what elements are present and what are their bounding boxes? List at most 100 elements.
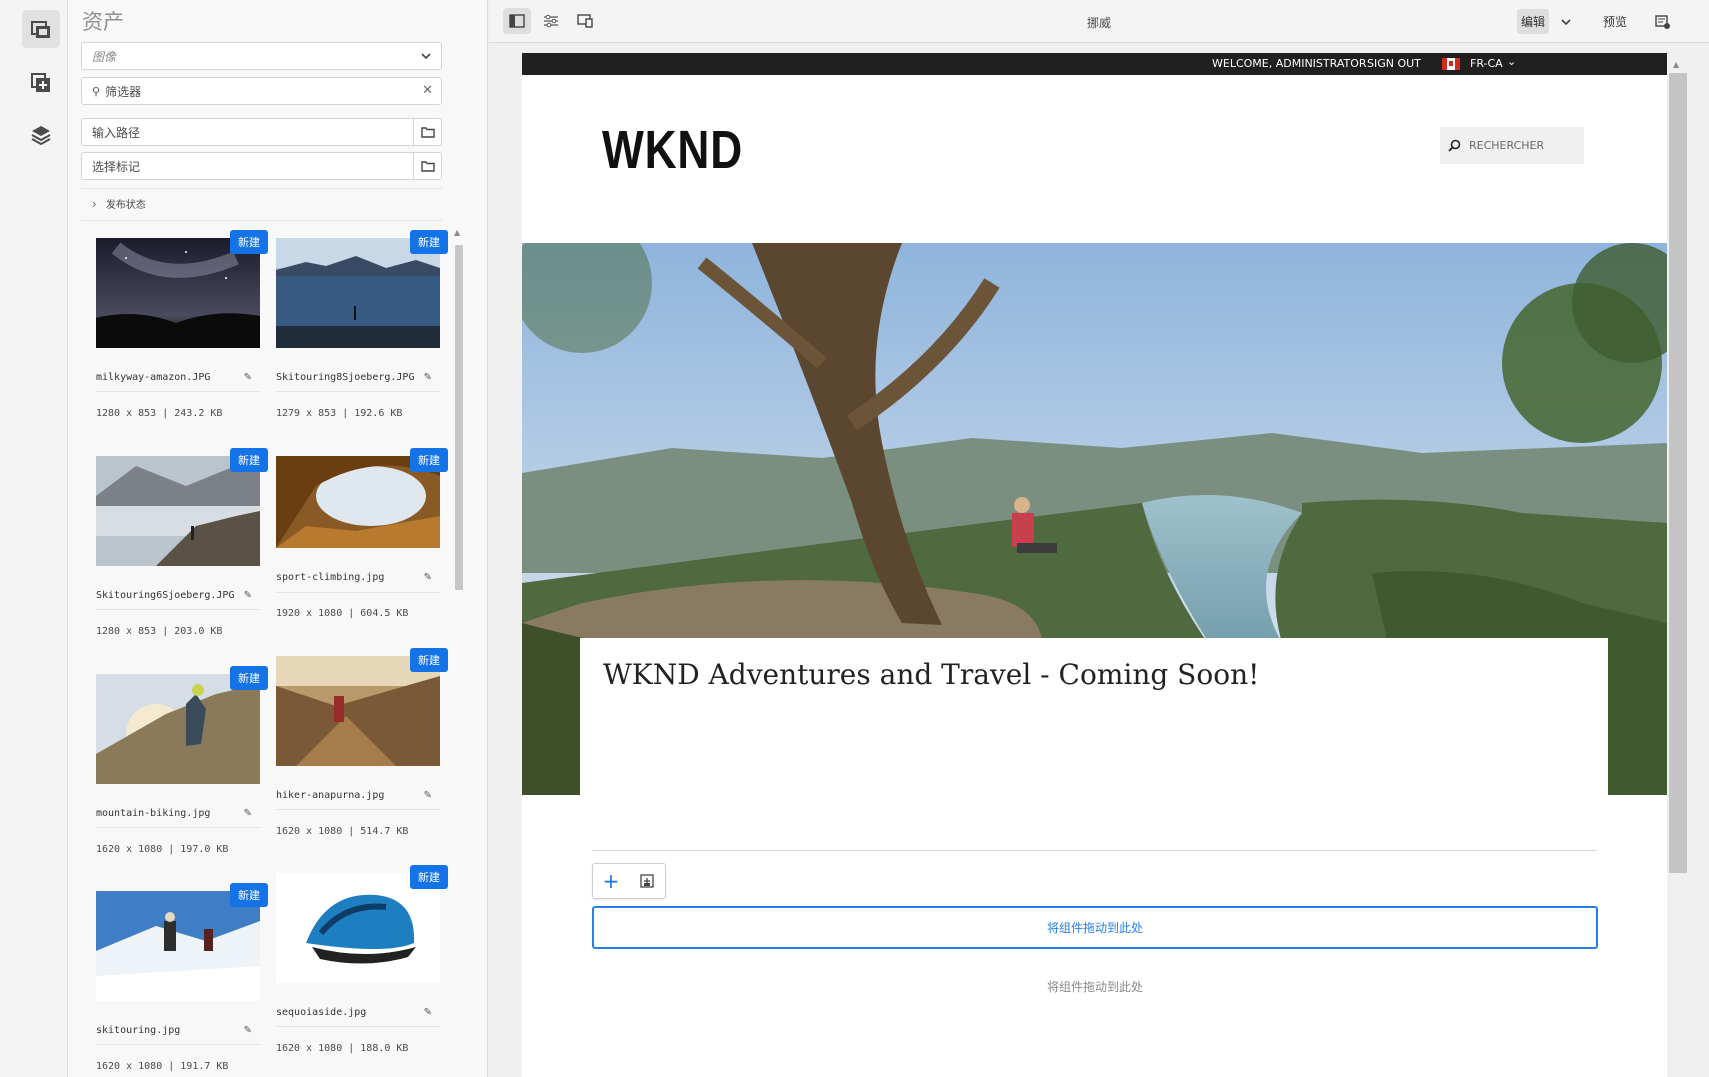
asset-meta: 1280 x 853 | 243.2 KB [96, 408, 223, 419]
asset-thumbnail[interactable] [96, 238, 260, 348]
path-field[interactable]: 输入路径 [81, 118, 442, 146]
search-icon [1448, 139, 1461, 152]
divider [96, 1044, 260, 1045]
component-toolbar: + [592, 863, 666, 899]
hero-title-card[interactable]: WKND Adventures and Travel - Coming Soon… [580, 638, 1608, 798]
assets-scrollbar-thumb[interactable] [455, 245, 463, 590]
content-tree-tab[interactable] [22, 116, 60, 154]
asset-card[interactable]: 新建 Skitouring8Sjoeberg.JPG ✎ 1279 x 853 … [276, 230, 448, 428]
asset-thumbnail[interactable] [276, 238, 440, 348]
chevron-down-icon[interactable]: ⌄ [1507, 55, 1516, 68]
edit-pencil-icon[interactable]: ✎ [424, 1007, 432, 1018]
assets-panel: 资产 图像 ⚲ 筛选器 ✕ 输入路径 选择标记 › 发布状态 ▲ 新建 milk… [68, 0, 488, 1077]
edit-mode-button[interactable]: 编辑 [1517, 9, 1549, 34]
asset-name: milkyway-amazon.JPG [96, 372, 211, 383]
folder-icon [420, 161, 435, 172]
new-badge: 新建 [230, 448, 268, 472]
scroll-up-icon[interactable]: ▲ [1673, 60, 1679, 69]
component-drop-zone[interactable]: 将组件拖动到此处 [592, 906, 1598, 949]
asset-meta: 1920 x 1080 | 604.5 KB [276, 608, 409, 619]
divider [96, 609, 260, 610]
site-search-placeholder: RECHERCHER [1469, 139, 1545, 152]
asset-meta: 1620 x 1080 | 191.7 KB [96, 1061, 229, 1072]
content-tree-icon [31, 126, 51, 146]
asset-type-select[interactable]: 图像 [81, 42, 442, 70]
asset-card[interactable]: 新建 mountain-biking.jpg ✎ 1620 x 1080 | 1… [96, 666, 268, 864]
asset-card[interactable]: 新建 Skitouring6Sjoeberg.JPG ✎ 1280 x 853 … [96, 448, 268, 646]
asset-card[interactable]: 新建 sequoiaside.jpg ✎ 1620 x 1080 | 188.0… [276, 865, 448, 1063]
edit-pencil-icon[interactable]: ✎ [424, 790, 432, 801]
divider [81, 188, 442, 189]
asset-meta: 1620 x 1080 | 197.0 KB [96, 844, 229, 855]
path-placeholder: 输入路径 [92, 125, 141, 140]
edit-pencil-icon[interactable]: ✎ [244, 590, 252, 601]
annotations-button[interactable] [1649, 9, 1675, 34]
site-search-field[interactable]: RECHERCHER [1440, 127, 1584, 164]
site-top-bar: WELCOME, ADMINISTRATOR SIGN OUT FR-CA ⌄ [522, 53, 1689, 75]
paste-component-button[interactable] [629, 864, 665, 898]
canvas-scrollbar[interactable]: ▲ [1667, 53, 1689, 1077]
new-badge: 新建 [410, 448, 448, 472]
chevron-down-icon [1561, 18, 1571, 25]
asset-name: sequoiaside.jpg [276, 1007, 367, 1018]
filter-placeholder: 筛选器 [105, 84, 142, 99]
asset-meta: 1620 x 1080 | 514.7 KB [276, 826, 409, 837]
sign-out-link[interactable]: SIGN OUT [1367, 57, 1421, 70]
divider [276, 391, 440, 392]
chevron-down-icon [421, 53, 431, 60]
new-badge: 新建 [230, 230, 268, 254]
path-browse-button[interactable] [413, 119, 441, 145]
canada-flag-icon [1442, 58, 1460, 70]
chevron-right-icon: › [92, 196, 97, 211]
scroll-up-icon[interactable]: ▲ [454, 228, 460, 237]
asset-meta: 1279 x 853 | 192.6 KB [276, 408, 403, 419]
asset-thumbnail[interactable] [276, 656, 440, 766]
insert-component-button[interactable]: + [593, 864, 629, 898]
asset-name: sport-climbing.jpg [276, 572, 385, 583]
folder-icon [420, 127, 435, 138]
divider [96, 391, 260, 392]
language-selector[interactable]: FR-CA [1470, 57, 1503, 70]
tags-field[interactable]: 选择标记 [81, 152, 442, 180]
publish-status-toggle[interactable]: › 发布状态 [92, 196, 146, 212]
clear-icon[interactable]: ✕ [422, 83, 433, 98]
asset-card[interactable]: 新建 milkyway-amazon.JPG ✎ 1280 x 853 | 24… [96, 230, 268, 428]
asset-card[interactable]: 新建 hiker-anapurna.jpg ✎ 1620 x 1080 | 51… [276, 648, 448, 846]
asset-card[interactable]: 新建 sport-climbing.jpg ✎ 1920 x 1080 | 60… [276, 448, 448, 646]
edit-pencil-icon[interactable]: ✎ [244, 372, 252, 383]
separator [592, 850, 1597, 851]
asset-thumbnail[interactable] [96, 456, 260, 566]
edit-pencil-icon[interactable]: ✎ [244, 808, 252, 819]
new-badge: 新建 [410, 648, 448, 672]
edit-pencil-icon[interactable]: ✎ [244, 1025, 252, 1036]
asset-thumbnail[interactable] [276, 873, 440, 983]
edit-pencil-icon[interactable]: ✎ [424, 572, 432, 583]
preview-button[interactable]: 预览 [1597, 9, 1633, 34]
components-tab[interactable] [22, 64, 60, 102]
component-drop-zone-2[interactable]: 将组件拖动到此处 [592, 978, 1598, 995]
edit-pencil-icon[interactable]: ✎ [424, 372, 432, 383]
canvas-scrollbar-thumb[interactable] [1669, 73, 1687, 873]
publish-status-label: 发布状态 [105, 200, 146, 211]
components-icon [31, 73, 50, 92]
mode-dropdown-button[interactable] [1553, 9, 1579, 34]
site-logo[interactable]: WKND [602, 119, 743, 181]
page-canvas: WELCOME, ADMINISTRATOR SIGN OUT FR-CA ⌄ … [522, 53, 1689, 1077]
new-badge: 新建 [230, 883, 268, 907]
divider [276, 592, 440, 593]
asset-thumbnail[interactable] [96, 891, 260, 1001]
panel-title: 资产 [82, 10, 124, 34]
asset-name: Skitouring8Sjoeberg.JPG [276, 372, 415, 383]
asset-thumbnail[interactable] [96, 674, 260, 784]
filter-input[interactable]: ⚲ 筛选器 ✕ [81, 77, 442, 105]
assets-tab[interactable] [22, 10, 60, 48]
new-badge: 新建 [230, 666, 268, 690]
assets-icon [31, 21, 50, 38]
asset-card[interactable]: 新建 skitouring.jpg ✎ 1620 x 1080 | 191.7 … [96, 883, 268, 1077]
annotation-icon [1654, 14, 1670, 29]
asset-meta: 1280 x 853 | 203.0 KB [96, 626, 223, 637]
asset-name: hiker-anapurna.jpg [276, 790, 385, 801]
divider [81, 220, 442, 221]
paste-icon [640, 874, 654, 888]
tags-browse-button[interactable] [413, 153, 441, 179]
